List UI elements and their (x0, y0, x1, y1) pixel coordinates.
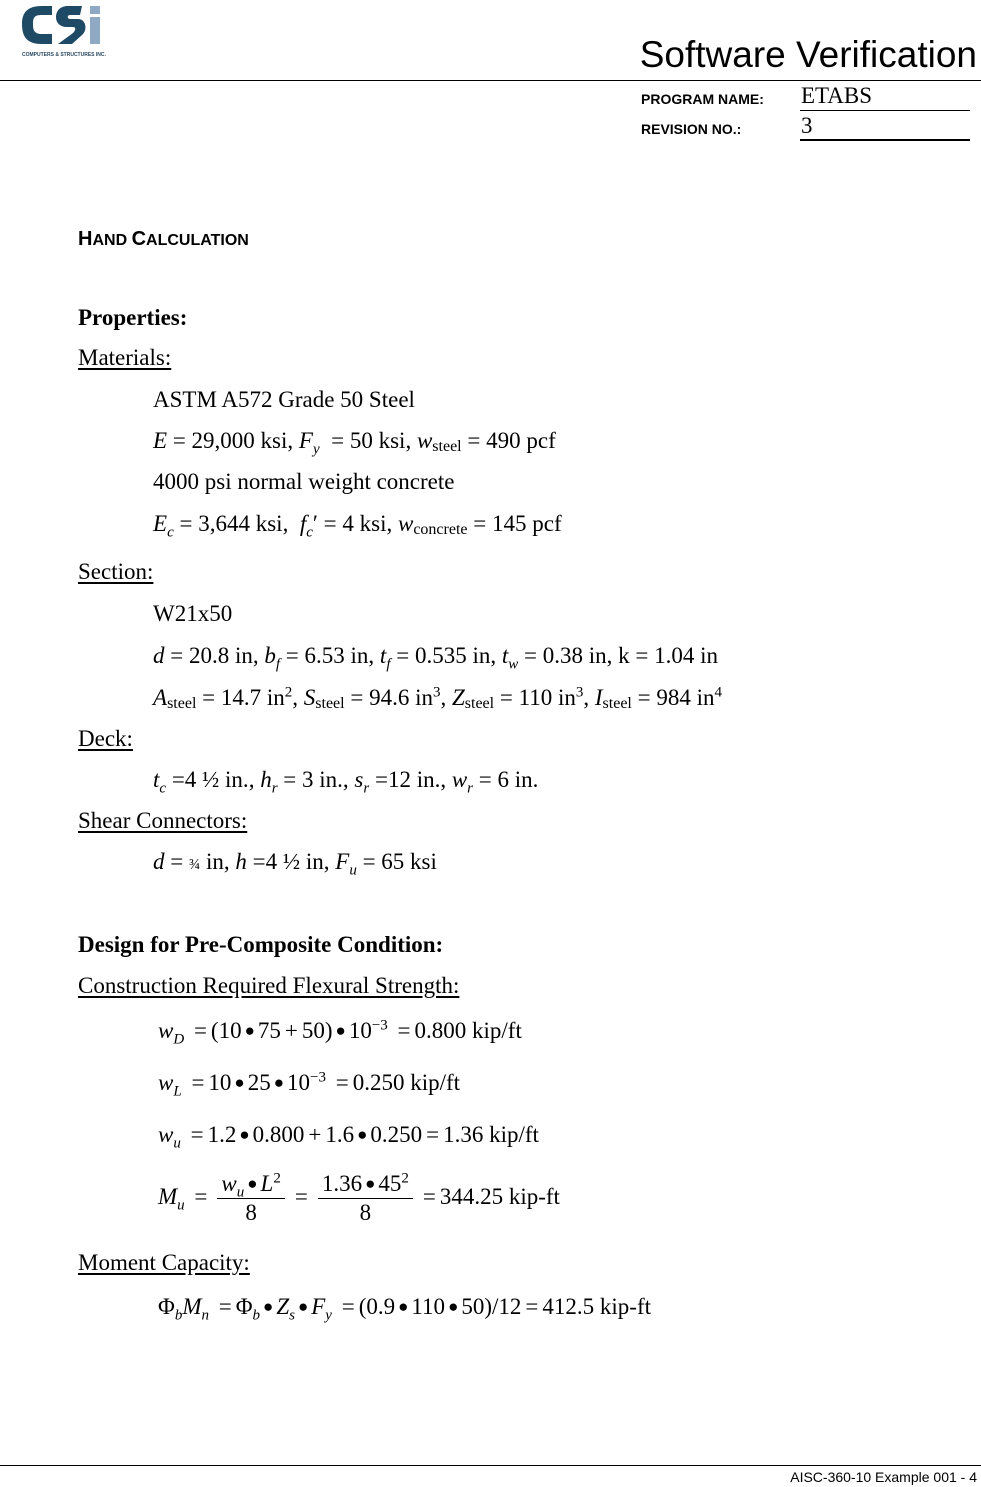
deck-properties: tc =4 ½ in., hr = 3 in., sr =12 in., wr … (153, 767, 539, 797)
concrete-description: 4000 psi normal weight concrete (153, 469, 455, 494)
properties-heading: Properties: (78, 305, 188, 330)
program-name-underline (800, 110, 970, 111)
shear-connector-properties: d = ¾ in, h =4 ½ in, Fu = 65 ksi (153, 849, 437, 879)
revision-value: 3 (801, 113, 813, 138)
flexural-strength-label: Construction Required Flexural Strength: (78, 973, 460, 998)
equation-wL: wL = 10 ● 25 ● 10−3 = 0.250 kip/ft (158, 1069, 461, 1100)
program-name-value: ETABS (801, 83, 872, 108)
materials-label: Materials: (78, 345, 172, 370)
precomposite-heading: Design for Pre-Composite Condition: (78, 932, 444, 957)
footer-page-label: AISC-360-10 Example 001 - 4 (790, 1469, 977, 1485)
section-dimensions: d = 20.8 in, bf = 6.53 in, tf = 0.535 in… (153, 643, 719, 673)
equation-wD: wD = (10 ● 75 +50) ● 10−3 = 0.800 kip/ft (158, 1017, 522, 1048)
equation-Mu: Mu = wu ● L2 8 = 1.36 ● 452 8 = 344.25 kip-ft (158, 1170, 560, 1225)
section-label: Section: (78, 559, 154, 584)
program-name-label: PROGRAM NAME: (641, 91, 764, 107)
steel-properties: E = 29,000 ksi, Fy = 50 ksi, wsteel = 49… (153, 428, 556, 458)
document-title: Software Verification (639, 34, 977, 75)
header-divider (0, 80, 981, 81)
equation-wu: wu = 1.2 ● 0.800 +1.6 ● 0.250 = 1.36 kip/ft (158, 1122, 539, 1152)
shear-connectors-label: Shear Connectors: (78, 808, 248, 833)
section-heading-hand-calculation: HAND CALCULATION (78, 228, 249, 250)
steel-grade: ASTM A572 Grade 50 Steel (153, 387, 415, 412)
logo-tagline: COMPUTERS & STRUCTURES INC. (22, 52, 106, 58)
moment-capacity-label: Moment Capacity: (78, 1250, 250, 1275)
section-properties: Asteel = 14.7 in2, Ssteel = 94.6 in3, Zs… (153, 684, 722, 712)
section-shape: W21x50 (153, 601, 233, 626)
equation-phiMn: ΦbMn = Φb ● Zs ● Fy = (0.9 ● 110 ● 50)/12 = 412.5 ki… (158, 1294, 651, 1324)
deck-label: Deck: (78, 726, 133, 751)
revision-underline (800, 139, 970, 141)
revision-label: REVISION NO.: (641, 121, 742, 137)
footer-divider (0, 1465, 981, 1466)
concrete-properties: Ec = 3,644 ksi, fc′ = 4 ksi, wconcrete =… (153, 511, 562, 541)
